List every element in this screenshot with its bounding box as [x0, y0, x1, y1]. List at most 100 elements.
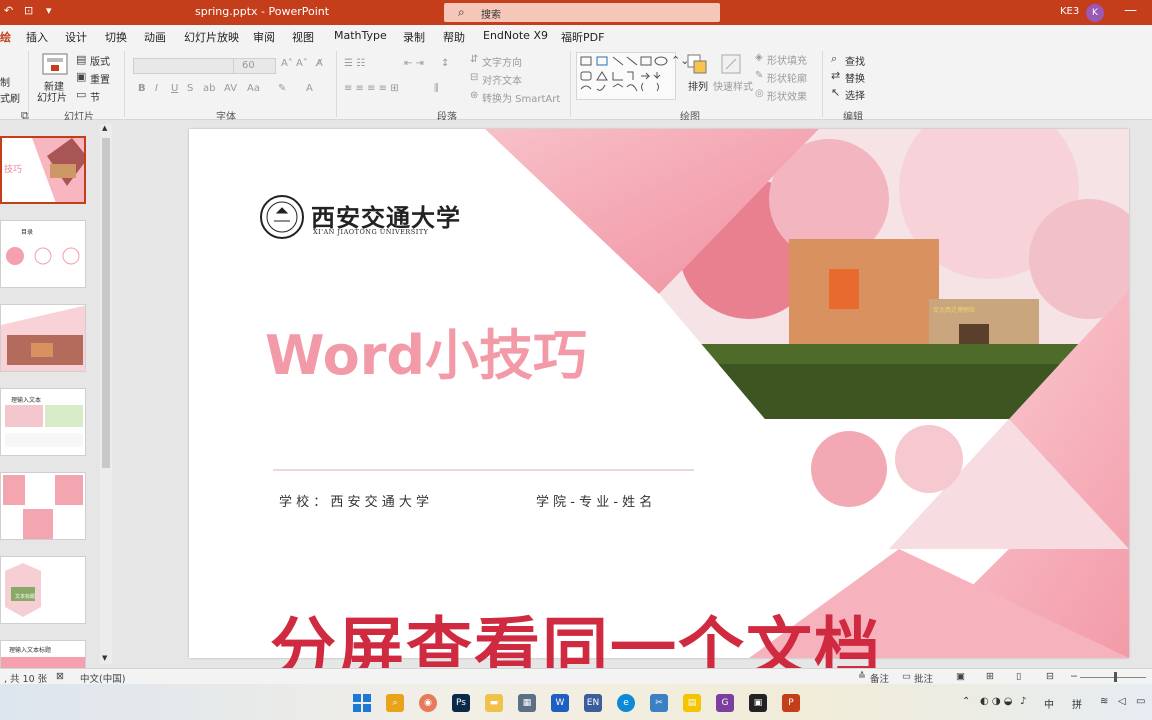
language-indicator[interactable]: 中文(中国)	[80, 671, 125, 685]
replace-icon[interactable]: ⇄	[831, 69, 840, 82]
shape-fill-icon[interactable]: ◈	[755, 52, 763, 63]
accessibility-icon[interactable]: ⊠	[56, 671, 64, 682]
tab-help[interactable]: 帮助	[443, 29, 465, 45]
major-line[interactable]: 学 院 - 专 业 - 姓 名	[536, 491, 652, 510]
zoom-out-icon[interactable]: −	[1070, 671, 1078, 682]
slideshow-view-icon[interactable]: ⊟	[1046, 671, 1054, 682]
zoom-slider-thumb[interactable]	[1114, 672, 1117, 682]
change-case-icon[interactable]: Aa	[247, 83, 260, 94]
format-painter-label-cut[interactable]: 制	[0, 74, 10, 89]
tab-draw[interactable]: 绘	[0, 29, 11, 45]
new-slide-label-2[interactable]: 幻灯片	[37, 89, 67, 104]
browser-app-icon[interactable]: ◉	[419, 694, 437, 712]
section-button[interactable]: 节	[90, 89, 100, 104]
zoom-slider[interactable]	[1080, 677, 1146, 678]
ime-chinese-icon[interactable]: 中	[1044, 696, 1054, 711]
tab-view[interactable]: 视图	[292, 29, 314, 45]
thumbnail-slide-5[interactable]	[0, 472, 86, 540]
endnote-icon[interactable]: EN	[584, 694, 602, 712]
replace-button[interactable]: 替换	[845, 70, 865, 85]
notes-icon[interactable]: ≙	[858, 671, 866, 682]
arrange-button[interactable]: 排列	[688, 78, 708, 93]
shape-outline-button[interactable]: 形状轮廓	[767, 70, 807, 85]
thumbnail-slide-4[interactable]: 理输入文本	[0, 388, 86, 456]
quick-styles-button[interactable]: 快速样式	[713, 78, 753, 93]
layout-icon[interactable]: ▤	[76, 53, 86, 66]
shape-fill-button[interactable]: 形状填充	[767, 52, 807, 67]
customize-quick-access-icon[interactable]: ▾	[46, 4, 52, 17]
indent-icon[interactable]: ⇤ ⇥	[404, 58, 424, 69]
line-spacing-icon[interactable]: ↕	[441, 58, 449, 69]
foxit-icon[interactable]: G	[716, 694, 734, 712]
convert-smartart-button[interactable]: 转换为 SmartArt	[482, 90, 560, 105]
spacing-icon[interactable]: AV	[224, 83, 237, 94]
increase-font-icon[interactable]: A˄ A˅	[281, 58, 308, 69]
align-icons[interactable]: ≡ ≡ ≡ ≡ ⊞	[344, 83, 399, 94]
slide-canvas[interactable]: 西安交通大学 XI'AN JIAOTONG UNIVERSITY Word小技巧…	[189, 129, 1129, 658]
find-icon[interactable]: ⌕	[831, 52, 837, 66]
find-button[interactable]: 查找	[845, 53, 865, 68]
layout-button[interactable]: 版式	[90, 53, 110, 68]
avatar[interactable]: K	[1086, 4, 1104, 22]
windows-start-icon[interactable]	[353, 694, 371, 712]
text-direction-button[interactable]: 文字方向	[482, 54, 522, 69]
arrange-icon[interactable]	[686, 53, 708, 75]
shadow-icon[interactable]: S	[187, 83, 193, 94]
shape-outline-icon[interactable]: ✎	[755, 70, 763, 81]
underline-icon[interactable]: U	[171, 83, 178, 94]
font-color-icon[interactable]: A	[306, 83, 313, 94]
section-icon[interactable]: ▭	[76, 88, 86, 101]
align-text-button[interactable]: 对齐文本	[482, 72, 522, 87]
format-painter-label-cut2[interactable]: 式刷	[0, 90, 20, 105]
undo-icon[interactable]: ↶	[4, 4, 13, 17]
scroll-up-icon[interactable]: ▲	[102, 124, 107, 132]
tab-mathtype[interactable]: MathType	[334, 29, 387, 42]
thumbnail-slide-1[interactable]: 技巧	[0, 136, 86, 204]
smartart-icon[interactable]: ⊛	[470, 90, 478, 101]
align-text-icon[interactable]: ⊟	[470, 72, 478, 83]
strikethrough-icon[interactable]: ab	[203, 83, 215, 94]
shapes-gallery[interactable]	[576, 52, 676, 100]
select-icon[interactable]: ↖	[831, 86, 840, 99]
highlight-icon[interactable]: ✎	[278, 83, 286, 94]
thumbnail-slide-2[interactable]: 目录	[0, 220, 86, 288]
edge-icon[interactable]: e	[617, 694, 635, 712]
columns-icon[interactable]: ⫼	[434, 83, 439, 94]
tab-animations[interactable]: 动画	[144, 29, 166, 45]
notes-button[interactable]: 备注	[870, 671, 889, 685]
clear-format-icon[interactable]: A̸	[316, 58, 323, 69]
school-line[interactable]: 学 校 ： 西 安 交 通 大 学	[279, 491, 429, 510]
reset-icon[interactable]: ▣	[76, 70, 86, 83]
tab-endnote[interactable]: EndNote X9	[483, 29, 548, 42]
select-button[interactable]: 选择	[845, 87, 865, 102]
shape-effect-icon[interactable]: ◎	[755, 88, 764, 99]
slide-title[interactable]: Word小技巧	[265, 311, 587, 390]
volume-icon[interactable]: ◁	[1118, 696, 1126, 707]
calculator-icon[interactable]: ▦	[518, 694, 536, 712]
reset-button[interactable]: 重置	[90, 71, 110, 86]
tab-insert[interactable]: 插入	[26, 29, 48, 45]
minimize-icon[interactable]: —	[1124, 3, 1137, 18]
reading-view-icon[interactable]: ▯	[1016, 671, 1021, 682]
shape-effect-button[interactable]: 形状效果	[767, 88, 807, 103]
tab-foxit-pdf[interactable]: 福昕PDF	[561, 29, 604, 45]
terminal-icon[interactable]: ▣	[749, 694, 767, 712]
tab-review[interactable]: 审阅	[253, 29, 275, 45]
comments-button[interactable]: 批注	[914, 671, 933, 685]
text-direction-icon[interactable]: ⇵	[470, 54, 478, 65]
battery-icon[interactable]: ▭	[1136, 696, 1145, 707]
search-box[interactable]: ⌕ 搜索	[444, 3, 720, 22]
bullets-icon[interactable]: ☰ ☷	[344, 58, 365, 69]
quick-styles-icon[interactable]	[720, 53, 742, 75]
tray-overflow-icon[interactable]: ⌃	[962, 696, 970, 707]
thumbnail-scrollbar[interactable]: ▲ ▼	[100, 124, 112, 664]
thumbnail-slide-3[interactable]	[0, 304, 86, 372]
new-slide-icon[interactable]	[42, 53, 68, 77]
search-app-icon[interactable]: ⌕	[386, 694, 404, 712]
notes-app-icon[interactable]: ▤	[683, 694, 701, 712]
normal-view-icon[interactable]: ▣	[956, 671, 965, 682]
present-icon[interactable]: ⊡	[24, 4, 33, 17]
word-icon[interactable]: W	[551, 694, 569, 712]
microphone-icon[interactable]: ♪	[1020, 696, 1026, 707]
powerpoint-icon[interactable]: P	[782, 694, 800, 712]
